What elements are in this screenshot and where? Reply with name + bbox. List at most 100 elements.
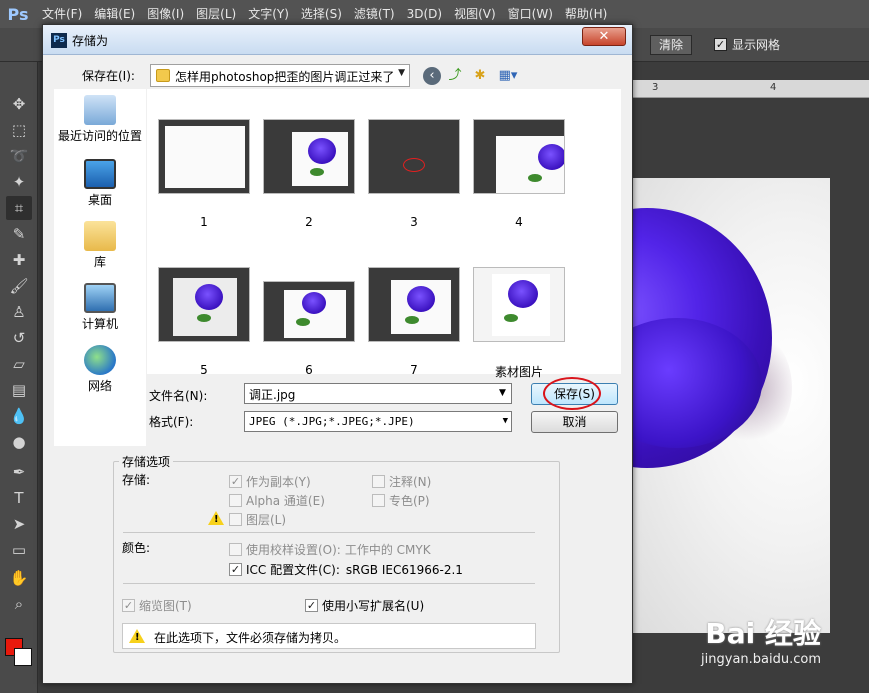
file-browser: 1 2 3 4 5 6 7 素材图片 [147, 89, 621, 379]
dialog-titlebar[interactable]: Ps 存储为 ✕ [43, 25, 632, 55]
warning-icon-mark: ! [214, 514, 219, 525]
show-grid-label: 显示网格 [732, 38, 781, 52]
file-thumbnail [473, 119, 565, 194]
file-item[interactable]: 5 [158, 267, 250, 377]
chevron-down-icon: ▼ [502, 416, 508, 426]
photoshop-logo: Ps [7, 4, 29, 24]
folder-icon [156, 69, 170, 82]
icc-profile-value: sRGB IEC61966-2.1 [345, 562, 463, 577]
checkmark-icon: ✓ [305, 599, 318, 612]
alpha-channels-checkbox[interactable]: Alpha 通道(E) [229, 492, 325, 509]
file-thumbnail [263, 119, 355, 194]
dodge-tool-icon[interactable]: ● [6, 430, 32, 454]
lasso-tool-icon[interactable]: ➰ [6, 144, 32, 168]
place-label: 桌面 [87, 193, 112, 207]
icc-profile-checkbox[interactable]: ✓ ICC 配置文件(C): sRGB IEC61966-2.1 [229, 561, 463, 578]
history-brush-tool-icon[interactable]: ↺ [6, 326, 32, 350]
file-thumbnail [263, 281, 355, 342]
place-label: 最近访问的位置 [57, 129, 142, 143]
place-recent[interactable]: 最近访问的位置 [54, 95, 146, 144]
notes-checkbox[interactable]: 注释(N) [372, 473, 431, 490]
healing-brush-tool-icon[interactable]: ✚ [6, 248, 32, 272]
highlight-circle-annotation [543, 377, 601, 410]
file-thumbnail [158, 267, 250, 342]
file-item[interactable]: 7 [368, 267, 460, 377]
lowercase-extension-label: 使用小写扩展名(U) [322, 599, 425, 613]
place-label: 网络 [87, 379, 112, 393]
as-copy-label: 作为副本(Y) [246, 475, 311, 489]
path-selection-tool-icon[interactable]: ➤ [6, 512, 32, 536]
file-item[interactable]: 6 [263, 281, 355, 377]
proof-setup-label: 使用校样设置(O): [246, 543, 341, 557]
save-as-dialog: Ps 存储为 ✕ 保存在(I): 怎样用photoshop把歪的图片调正过来了 … [42, 24, 633, 684]
checkbox-box [229, 494, 242, 507]
file-name: 3 [410, 215, 418, 229]
file-thumbnail [473, 267, 565, 342]
file-item[interactable]: 1 [158, 119, 250, 229]
place-network[interactable]: 网络 [54, 345, 146, 394]
icc-profile-label: ICC 配置文件(C): [246, 563, 340, 577]
layers-checkbox[interactable]: 图层(L) [229, 511, 286, 528]
file-item[interactable]: 4 [473, 119, 565, 229]
document-canvas[interactable] [632, 178, 830, 633]
thumbnail-checkbox[interactable]: ✓ 缩览图(T) [122, 597, 192, 614]
save-in-value: 怎样用photoshop把歪的图片调正过来了 [175, 70, 395, 84]
clear-button[interactable]: 清除 [650, 35, 693, 55]
pen-tool-icon[interactable]: ✒ [6, 460, 32, 484]
magic-wand-tool-icon[interactable]: ✦ [6, 170, 32, 194]
shape-tool-icon[interactable]: ▭ [6, 538, 32, 562]
photoshop-app-icon: Ps [51, 33, 67, 48]
warning-icon-mark: ! [135, 632, 140, 643]
dialog-title: 存储为 [72, 34, 109, 48]
back-icon[interactable]: ‹ [423, 67, 441, 85]
zoom-tool-icon[interactable]: ⌕ [6, 592, 32, 616]
format-dropdown[interactable]: JPEG (*.JPG;*.JPEG;*.JPE) ▼ [244, 411, 512, 432]
proof-setup-checkbox[interactable]: 使用校样设置(O): 工作中的 CMYK [229, 541, 431, 558]
filename-label: 文件名(N): [149, 389, 208, 403]
blur-tool-icon[interactable]: 💧 [6, 404, 32, 428]
new-folder-icon[interactable]: ✱ [471, 67, 489, 85]
place-computer[interactable]: 计算机 [54, 283, 146, 332]
marquee-tool-icon[interactable]: ⬚ [6, 118, 32, 142]
show-grid-checkbox[interactable]: ✓ 显示网格 [714, 36, 780, 53]
divider [123, 532, 535, 533]
gradient-tool-icon[interactable]: ▤ [6, 378, 32, 402]
file-name: 2 [305, 215, 313, 229]
file-name: 4 [515, 215, 523, 229]
move-tool-icon[interactable]: ✥ [6, 92, 32, 116]
lowercase-extension-checkbox[interactable]: ✓ 使用小写扩展名(U) [305, 597, 424, 614]
type-tool-icon[interactable]: T [6, 486, 32, 510]
desktop-icon [84, 159, 116, 189]
alpha-channels-label: Alpha 通道(E) [246, 494, 325, 508]
crop-tool-icon[interactable]: ⌗ [6, 196, 32, 220]
place-libraries[interactable]: 库 [54, 221, 146, 270]
background-color-swatch[interactable] [14, 648, 32, 666]
brush-tool-icon[interactable]: 🖌 [6, 274, 32, 298]
place-desktop[interactable]: 桌面 [54, 159, 146, 208]
stamp-tool-icon[interactable]: ♙ [6, 300, 32, 324]
cancel-button[interactable]: 取消 [531, 411, 618, 433]
view-menu-icon[interactable]: ▦▾ [495, 67, 521, 85]
close-button[interactable]: ✕ [582, 27, 626, 46]
spot-colors-checkbox[interactable]: 专色(P) [372, 492, 430, 509]
eraser-tool-icon[interactable]: ▱ [6, 352, 32, 376]
file-item[interactable]: 2 [263, 119, 355, 229]
file-name: 素材图片 [494, 365, 543, 379]
up-folder-icon[interactable]: ⤴ [446, 67, 464, 85]
save-in-dropdown[interactable]: 怎样用photoshop把歪的图片调正过来了 ▼ [150, 64, 410, 87]
hand-tool-icon[interactable]: ✋ [6, 566, 32, 590]
eyedropper-tool-icon[interactable]: ✎ [6, 222, 32, 246]
ruler-tick: 4 [770, 82, 777, 93]
tools-panel: ✥ ⬚ ➰ ✦ ⌗ ✎ ✚ 🖌 ♙ ↺ ▱ ▤ 💧 ● ✒ T ➤ ▭ ✋ ⌕ [0, 62, 38, 693]
filename-input[interactable]: 调正.jpg [244, 383, 512, 404]
format-label: 格式(F): [149, 415, 194, 429]
file-item[interactable]: 3 [368, 119, 460, 229]
recent-places-icon [84, 95, 116, 125]
thumbnail-label: 缩览图(T) [139, 599, 192, 613]
file-item[interactable]: 素材图片 [473, 267, 565, 379]
file-name: 5 [200, 363, 208, 377]
network-icon [84, 345, 116, 375]
as-copy-checkbox[interactable]: ✓ 作为副本(Y) [229, 473, 311, 490]
baidu-watermark-url: jingyan.baidu.com [701, 652, 821, 667]
checkbox-box [372, 475, 385, 488]
